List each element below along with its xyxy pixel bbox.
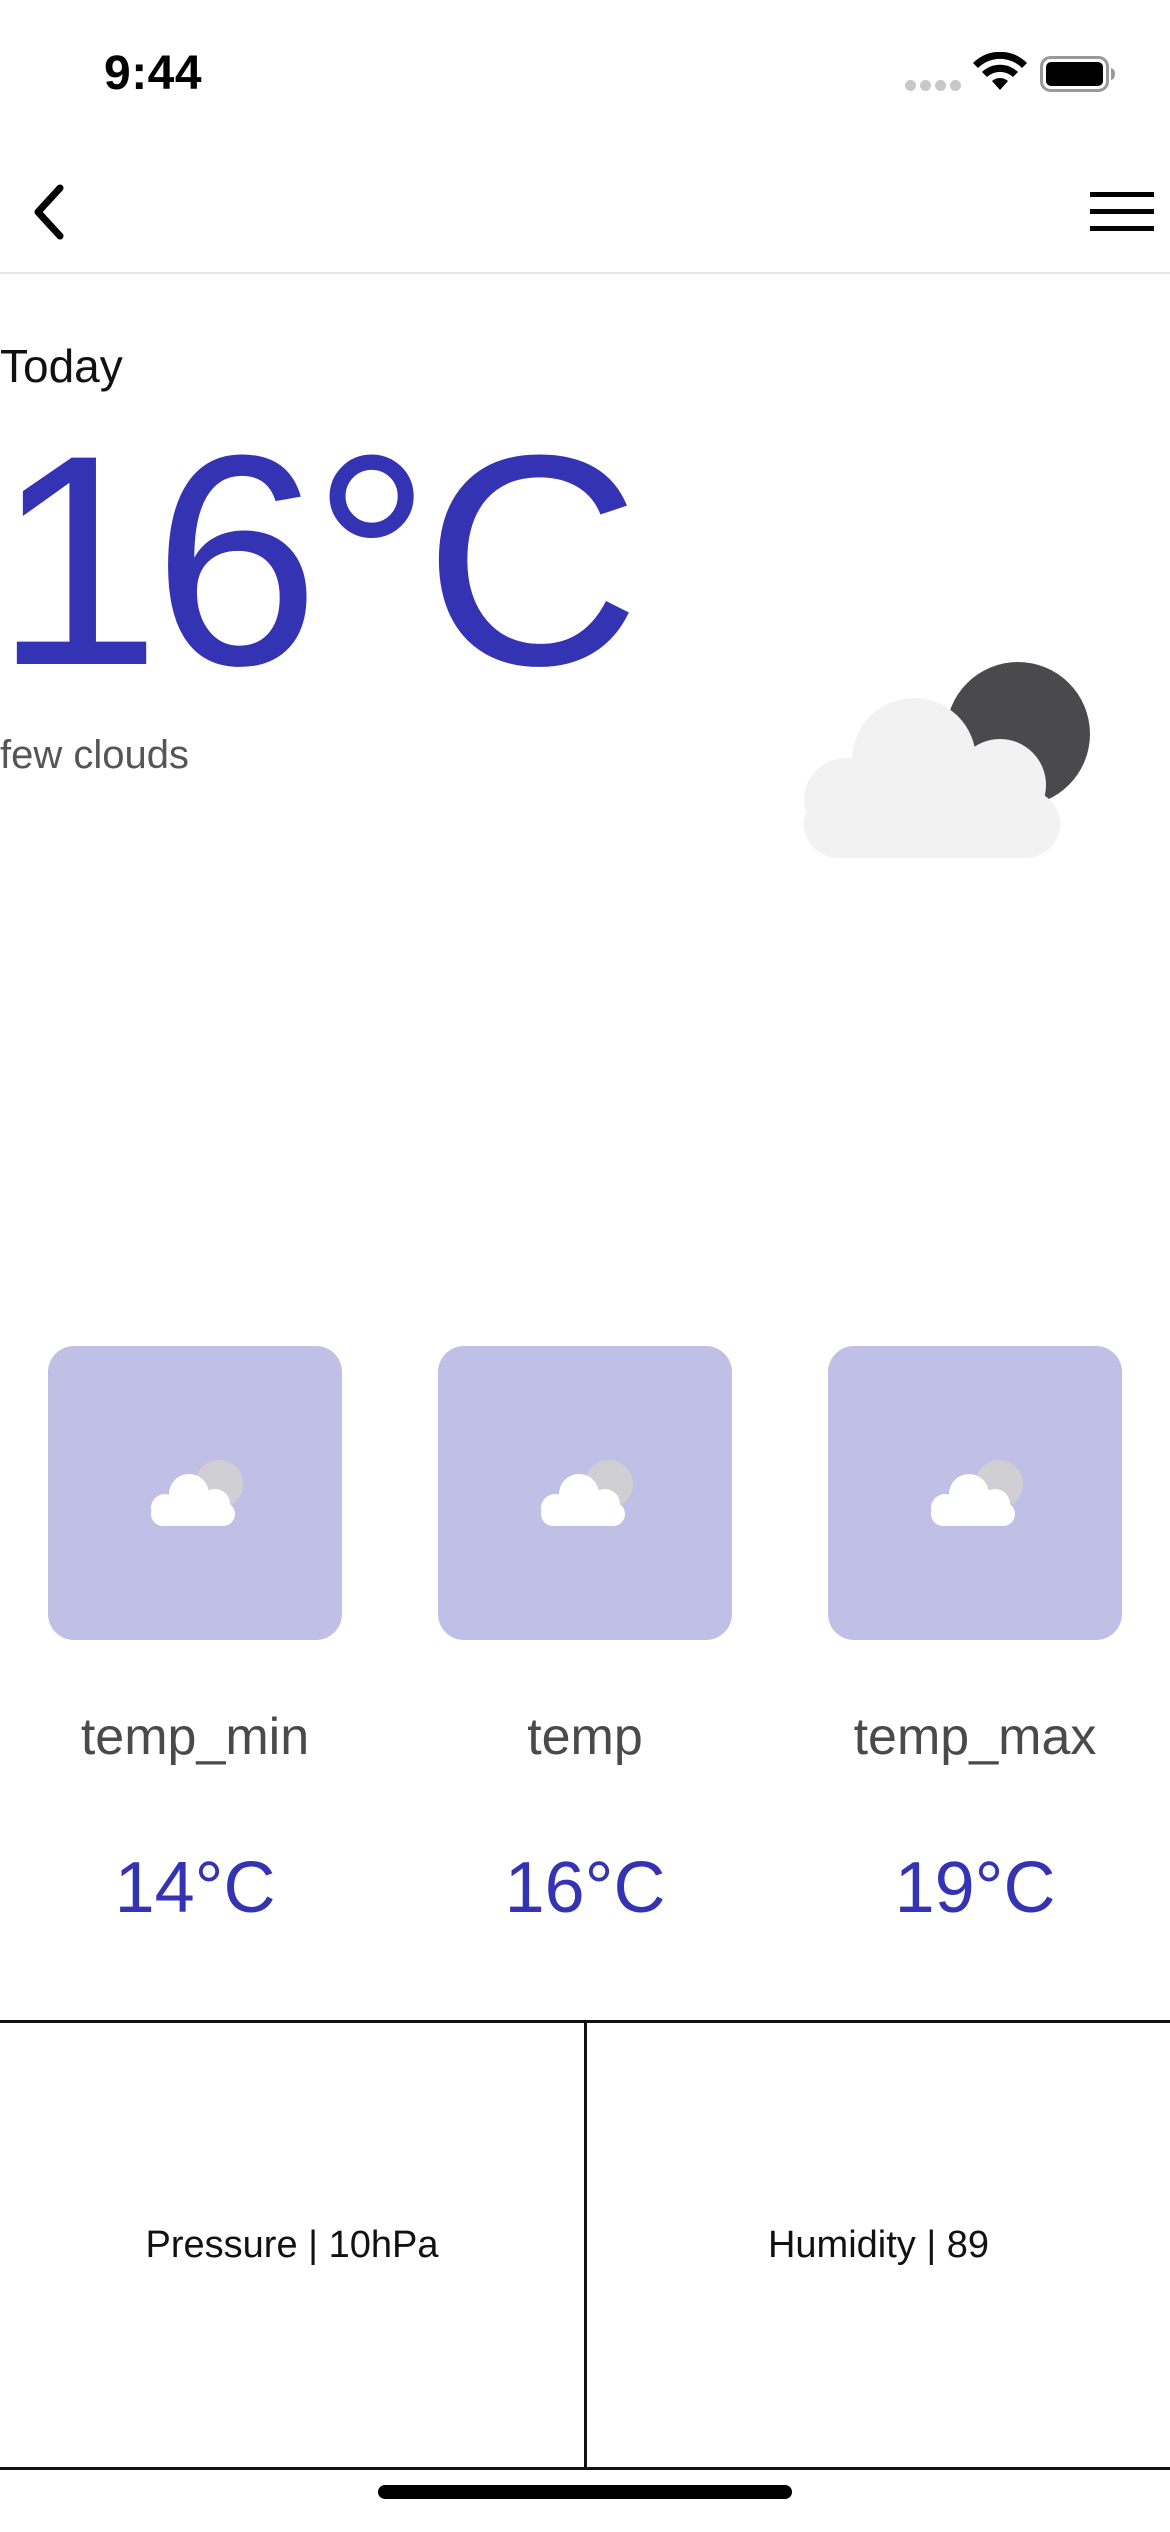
few-clouds-icon [541,1460,633,1526]
back-button[interactable] [14,172,94,252]
weather-screen: 9:44 Today 16°C few clouds temp_min temp… [0,0,1170,2532]
temp-max-label: temp_max [853,1708,1097,1766]
temp-value: 16°C [504,1848,666,1928]
status-time: 9:44 [104,47,203,100]
few-clouds-icon [931,1460,1023,1526]
info-grid: Pressure | 10hPa Humidity | 89 [0,2020,1170,2470]
current-temperature: 16°C [0,392,640,728]
chevron-left-icon [34,184,64,240]
temp-min-value: 14°C [114,1848,276,1928]
humidity-info: Humidity | 89 [767,2223,990,2266]
battery-icon [1040,56,1115,92]
navigation-bar [0,150,1170,274]
today-label: Today [0,340,123,392]
hamburger-menu-icon [1090,192,1154,231]
few-clouds-icon [151,1460,243,1526]
temp-max-value: 19°C [894,1848,1056,1928]
temp-card [438,1346,732,1640]
pressure-info: Pressure | 10hPa [145,2223,439,2266]
status-bar: 9:44 [0,0,1170,150]
signal-icon [905,80,961,92]
home-indicator[interactable] [378,2485,792,2499]
menu-button[interactable] [1080,180,1160,244]
temp-min-card [48,1346,342,1640]
wifi-icon [973,52,1027,90]
weather-description: few clouds [0,733,189,777]
temp-max-card [828,1346,1122,1640]
temp-label: temp [527,1708,643,1766]
few-clouds-night-icon [804,662,1090,858]
temp-min-label: temp_min [80,1708,310,1766]
